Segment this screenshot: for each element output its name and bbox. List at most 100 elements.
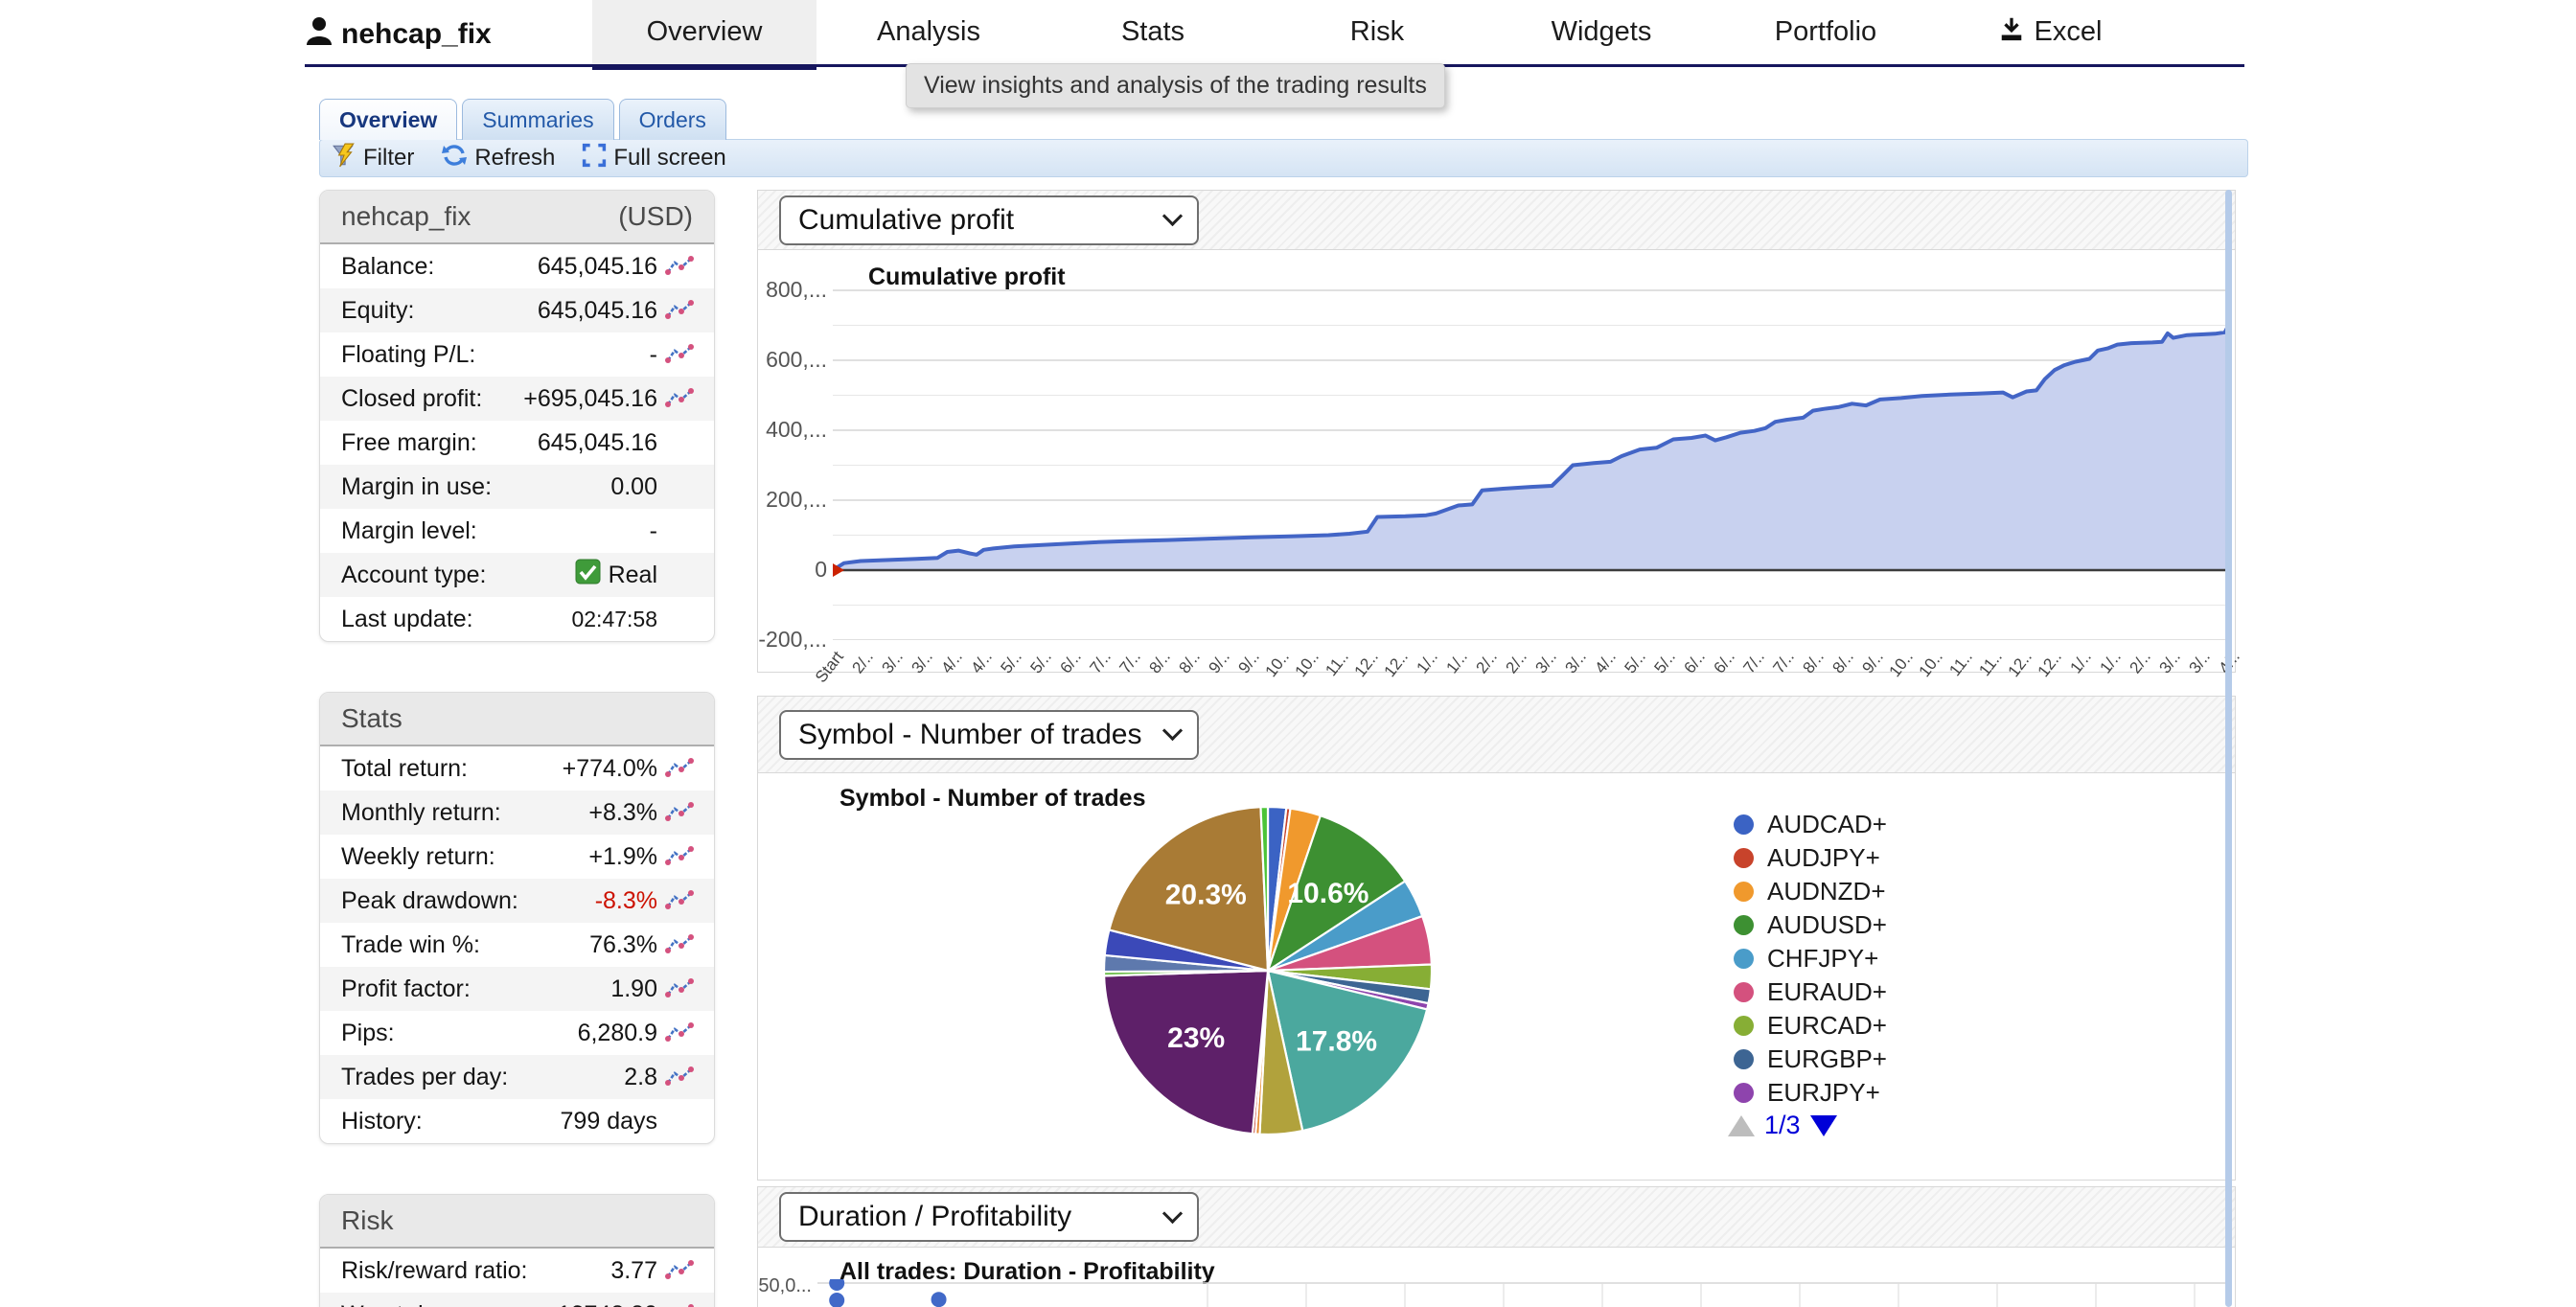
risk-panel-title: Risk xyxy=(341,1205,393,1236)
legend-color-dot xyxy=(1734,1083,1754,1103)
chart-type-select[interactable]: Cumulative profit xyxy=(779,195,1199,245)
user-name: nehcap_fix xyxy=(341,18,492,51)
row-value: +695,045.16 xyxy=(523,385,657,413)
chart-type-select[interactable]: Duration / Profitability xyxy=(779,1192,1199,1242)
row-label: Worst day: xyxy=(341,1301,455,1307)
account-user[interactable]: nehcap_fix xyxy=(305,15,492,54)
x-tick-label: 3/.. xyxy=(2155,648,2184,677)
account-row: Last update:02:47:58 xyxy=(320,597,714,641)
row-value-text: Real xyxy=(609,562,657,589)
sparkline-icon[interactable] xyxy=(657,845,702,868)
subtab-summaries[interactable]: Summaries xyxy=(462,99,613,140)
scatter-y-axis-label: 50,0... xyxy=(758,1275,812,1297)
x-tick-label: 7/.. xyxy=(1769,648,1798,677)
legend-color-dot xyxy=(1734,1016,1754,1036)
toolbar-button-label: Full screen xyxy=(613,145,725,172)
row-value: 02:47:58 xyxy=(571,607,657,632)
row-label: Margin in use: xyxy=(341,473,492,501)
pie-data-label: 20.3% xyxy=(1165,879,1247,910)
legend-label: EURJPY+ xyxy=(1767,1078,1880,1108)
toolbar-full-screen-button[interactable]: Full screen xyxy=(582,143,725,174)
y-tick-label: 800,... xyxy=(758,277,827,303)
legend-item-eurjpy: EURJPY+ xyxy=(1734,1076,1887,1110)
sparkline-icon[interactable] xyxy=(657,757,702,780)
row-value-text: 799 days xyxy=(561,1108,657,1135)
legend-item-audnzd: AUDNZD+ xyxy=(1734,875,1887,908)
x-tick-label: 1/.. xyxy=(2066,648,2095,677)
legend-label: EURAUD+ xyxy=(1767,977,1887,1007)
x-tick-label: 9/.. xyxy=(1205,648,1233,677)
legend-label: CHFJPY+ xyxy=(1767,944,1878,974)
toolbar-refresh-button[interactable]: Refresh xyxy=(441,142,555,175)
row-value: 645,045.16 xyxy=(538,253,657,281)
row-value-text: 1.90 xyxy=(610,975,657,1003)
download-icon xyxy=(1998,15,2025,50)
x-tick-label: 12.. xyxy=(1381,648,1413,681)
x-tick-label: 3/.. xyxy=(908,648,936,677)
nav-tab-widgets[interactable]: Widgets xyxy=(1489,0,1714,64)
toolbar-filter-button[interactable]: Filter xyxy=(332,143,414,174)
row-label: Profit factor: xyxy=(341,975,471,1003)
x-tick-label: 10.. xyxy=(1916,648,1947,681)
legend-color-dot xyxy=(1734,949,1754,969)
row-label: Monthly return: xyxy=(341,799,501,827)
account-row: Floating P/L:- xyxy=(320,332,714,377)
user-icon xyxy=(305,15,334,54)
x-tick-label: 3/.. xyxy=(1561,648,1590,677)
row-value-text: -8.3% xyxy=(595,887,657,915)
vertical-scrollbar[interactable] xyxy=(2225,190,2232,1307)
chart-selector-strip: Symbol - Number of trades xyxy=(758,697,2235,773)
x-tick-label: 5/.. xyxy=(1621,648,1649,677)
sparkline-icon[interactable] xyxy=(657,889,702,912)
sparkline-icon[interactable] xyxy=(657,801,702,824)
sparkline-icon[interactable] xyxy=(657,255,702,278)
account-row: Margin in use:0.00 xyxy=(320,465,714,509)
sparkline-icon[interactable] xyxy=(657,1303,702,1307)
nav-tab-stats[interactable]: Stats xyxy=(1041,0,1265,64)
row-value-text: 3.77 xyxy=(610,1257,657,1285)
symbol-pie-chart[interactable]: 10.6%17.8%23%20.3% xyxy=(1095,798,1440,1143)
row-label: History: xyxy=(341,1108,423,1135)
subtab-orders[interactable]: Orders xyxy=(619,99,726,140)
sparkline-icon[interactable] xyxy=(657,1066,702,1089)
sparkline-icon[interactable] xyxy=(657,933,702,956)
sparkline-icon[interactable] xyxy=(657,343,702,366)
row-value: +1.9% xyxy=(588,843,657,871)
y-tick-label: 400,... xyxy=(758,417,827,443)
chart-type-select-value: Symbol - Number of trades xyxy=(798,719,1141,751)
legend-page-down-icon[interactable] xyxy=(1810,1115,1837,1136)
pie-data-label: 17.8% xyxy=(1296,1026,1377,1058)
legend-color-dot xyxy=(1734,882,1754,902)
nav-tab-analysis[interactable]: Analysis xyxy=(816,0,1041,64)
nav-tab-risk[interactable]: Risk xyxy=(1265,0,1489,64)
row-value-text: +1.9% xyxy=(588,843,657,871)
nav-tab-overview[interactable]: Overview xyxy=(592,0,816,64)
stats-panel-title: Stats xyxy=(341,703,402,734)
subtab-overview[interactable]: Overview xyxy=(319,99,457,140)
legend-label: AUDNZD+ xyxy=(1767,877,1886,906)
row-value: -8.3% xyxy=(595,887,657,915)
filter-icon xyxy=(332,143,356,174)
row-value-text: 645,045.16 xyxy=(538,429,657,457)
x-tick-label: 1/.. xyxy=(1413,648,1441,677)
nav-tab-portfolio[interactable]: Portfolio xyxy=(1714,0,1938,64)
x-tick-label: Start xyxy=(812,648,848,687)
chart-type-select[interactable]: Symbol - Number of trades xyxy=(779,710,1199,760)
sparkline-icon[interactable] xyxy=(657,387,702,410)
x-tick-label: 4/.. xyxy=(937,648,966,677)
y-tick-label: -200,... xyxy=(758,627,827,653)
sparkline-icon[interactable] xyxy=(657,977,702,1000)
sparkline-icon[interactable] xyxy=(657,299,702,322)
chart-type-select-value: Cumulative profit xyxy=(798,204,1014,237)
legend-item-eurcad: EURCAD+ xyxy=(1734,1009,1887,1043)
x-tick-label: 6/.. xyxy=(1710,648,1738,677)
x-tick-label: 8/.. xyxy=(1175,648,1204,677)
x-tick-label: 12.. xyxy=(1351,648,1383,681)
nav-tab-label: Stats xyxy=(1121,16,1184,48)
sparkline-icon[interactable] xyxy=(657,1259,702,1282)
x-tick-label: 6/.. xyxy=(1056,648,1085,677)
sparkline-icon[interactable] xyxy=(657,1021,702,1044)
nav-tab-excel[interactable]: Excel xyxy=(1938,0,2162,64)
legend-page-up-icon[interactable] xyxy=(1728,1115,1755,1136)
legend-item-audjpy: AUDJPY+ xyxy=(1734,841,1887,875)
